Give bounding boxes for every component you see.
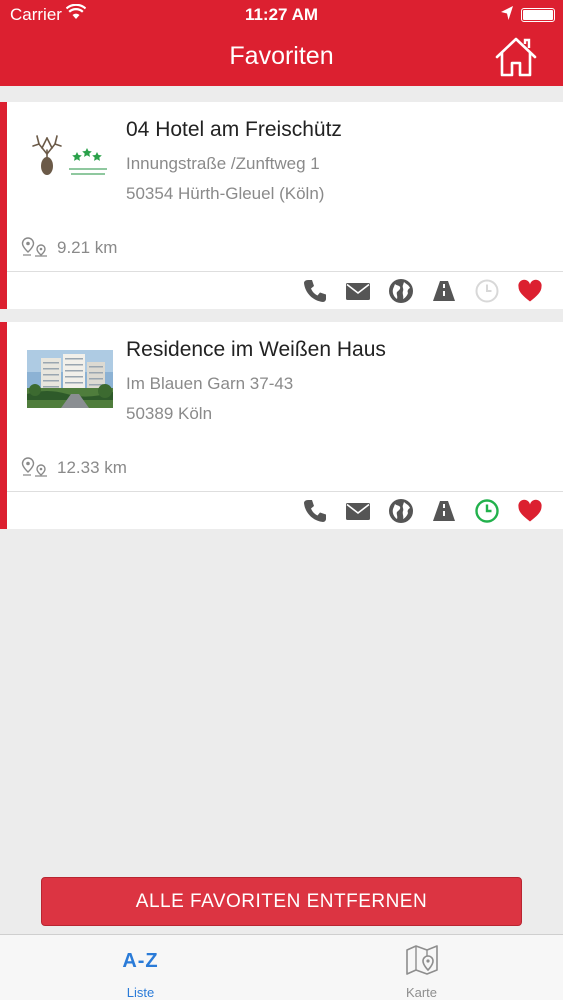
- status-bar: Carrier 11:27 AM: [0, 0, 563, 30]
- hotel-city: 50354 Hürth-Gleuel (Köln): [126, 184, 325, 203]
- divider: [7, 491, 563, 492]
- email-icon[interactable]: [345, 498, 371, 524]
- globe-icon[interactable]: [388, 498, 414, 524]
- az-icon: A-Z: [122, 950, 159, 972]
- distance: 9.21 km: [21, 237, 117, 259]
- heart-icon[interactable]: [517, 498, 543, 524]
- favorite-card[interactable]: Residence im Weißen Haus Im Blauen Garn …: [0, 322, 563, 529]
- action-bar: [285, 278, 543, 304]
- tab-liste[interactable]: A-Z Liste: [0, 935, 281, 1000]
- globe-icon[interactable]: [388, 278, 414, 304]
- clock-icon[interactable]: [474, 498, 500, 524]
- tab-label: Karte: [405, 985, 438, 1000]
- nav-bar: Favoriten: [0, 30, 563, 86]
- distance-icon: [21, 457, 47, 477]
- hotel-street: Innungstraße /Zunftweg 1: [126, 154, 320, 173]
- clock: 11:27 AM: [244, 5, 319, 24]
- phone-icon[interactable]: [302, 278, 328, 304]
- distance: 12.33 km: [21, 457, 127, 479]
- hotel-name: 04 Hotel am Freischütz: [126, 118, 342, 141]
- divider: [7, 271, 563, 272]
- hotel-logo: [32, 135, 107, 175]
- email-icon[interactable]: [345, 278, 371, 304]
- battery-icon: [521, 8, 555, 22]
- home-icon[interactable]: [494, 36, 538, 78]
- clock-icon[interactable]: [474, 278, 500, 304]
- tab-bar: A-Z Liste Karte: [0, 934, 563, 1000]
- location-arrow-icon: [501, 6, 513, 20]
- remove-all-favorites-button[interactable]: ALLE FAVORITEN ENTFERNEN: [41, 877, 522, 926]
- heart-icon[interactable]: [517, 278, 543, 304]
- distance-icon: [21, 237, 47, 257]
- road-icon[interactable]: [431, 498, 457, 524]
- favorite-card[interactable]: 04 Hotel am Freischütz Innungstraße /Zun…: [0, 102, 563, 309]
- tab-karte[interactable]: Karte: [281, 935, 562, 1000]
- hotel-street: Im Blauen Garn 37-43: [126, 374, 294, 393]
- action-bar: [285, 498, 543, 524]
- map-icon: [406, 945, 438, 975]
- tab-label: Liste: [126, 985, 155, 1000]
- hotel-city: 50389 Köln: [126, 404, 213, 423]
- distance-value: 9.21 km: [57, 238, 118, 257]
- page-title: Favoriten: [229, 42, 334, 70]
- phone-icon[interactable]: [302, 498, 328, 524]
- distance-value: 12.33 km: [57, 458, 127, 477]
- building-photo: [27, 350, 113, 408]
- road-icon[interactable]: [431, 278, 457, 304]
- hotel-name: Residence im Weißen Haus: [126, 338, 386, 361]
